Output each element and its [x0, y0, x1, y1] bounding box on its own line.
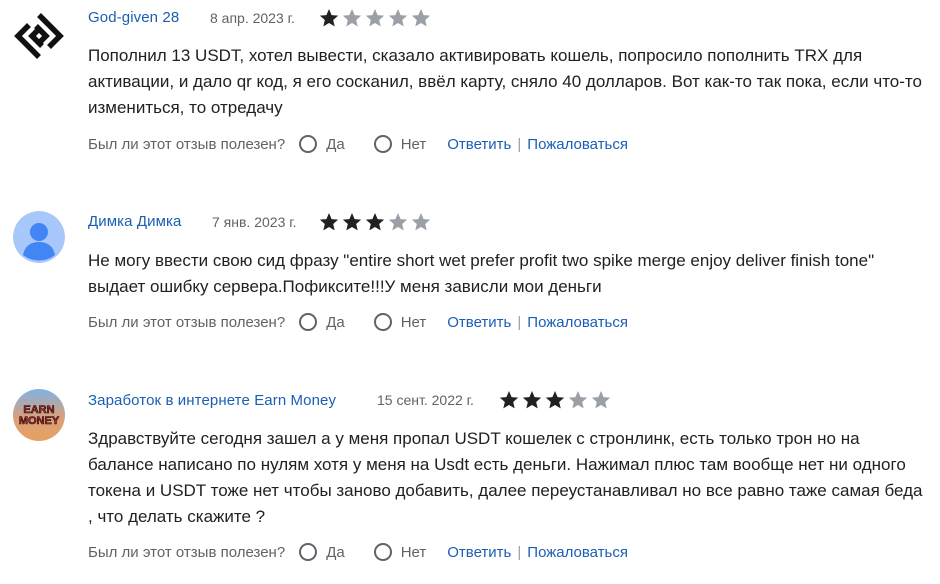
yes-radio[interactable]	[299, 313, 318, 331]
link-separator: |	[517, 313, 522, 331]
star-icon	[364, 7, 386, 29]
star-icon	[341, 211, 363, 233]
report-link[interactable]: Пожаловаться	[527, 314, 628, 331]
avatar[interactable]	[13, 10, 65, 62]
star-icon	[410, 211, 432, 233]
review-text: Пополнил 13 USDT, хотел вывести, сказало…	[88, 46, 922, 117]
review-text: Здравствуйте сегодня зашел а у меня проп…	[88, 429, 923, 526]
star-icon	[521, 389, 543, 411]
star-rating	[318, 7, 432, 29]
review-date: 15 сент. 2022 г.	[377, 392, 474, 408]
diamond-logo-icon	[13, 10, 65, 62]
star-rating	[318, 211, 432, 233]
no-label[interactable]: Нет	[401, 544, 427, 561]
helpful-question: Был ли этот отзыв полезен?	[88, 313, 286, 331]
review-author[interactable]: God-given 28	[88, 9, 179, 26]
yes-label[interactable]: Да	[326, 136, 345, 153]
link-separator: |	[517, 135, 522, 153]
no-radio[interactable]	[373, 135, 392, 153]
star-icon	[410, 7, 432, 29]
star-icon	[387, 7, 409, 29]
star-icon	[544, 389, 566, 411]
review-author[interactable]: Заработок в интернете Earn Money	[88, 392, 336, 409]
review-text: Не могу ввести свою сид фразу "entire sh…	[88, 251, 875, 296]
star-rating	[498, 389, 612, 411]
star-icon	[567, 389, 589, 411]
no-radio[interactable]	[373, 313, 392, 331]
review-date: 8 апр. 2023 г.	[210, 10, 295, 26]
yes-label[interactable]: Да	[326, 314, 345, 331]
star-icon	[341, 7, 363, 29]
star-icon	[387, 211, 409, 233]
review-date: 7 янв. 2023 г.	[212, 214, 297, 230]
yes-radio[interactable]	[299, 135, 318, 153]
reply-link[interactable]: Ответить	[447, 544, 511, 561]
report-link[interactable]: Пожаловаться	[527, 136, 628, 153]
no-label[interactable]: Нет	[401, 314, 427, 331]
helpful-row: Был ли этот отзыв полезен? Да Нет Ответи…	[88, 543, 628, 561]
no-label[interactable]: Нет	[401, 136, 427, 153]
helpful-question: Был ли этот отзыв полезен?	[88, 543, 286, 561]
default-user-icon	[13, 211, 65, 263]
star-icon	[590, 389, 612, 411]
svg-text:MONEY: MONEY	[19, 415, 60, 427]
star-icon	[498, 389, 520, 411]
yes-label[interactable]: Да	[326, 544, 345, 561]
helpful-row: Был ли этот отзыв полезен? Да Нет Ответи…	[88, 135, 628, 153]
helpful-row: Был ли этот отзыв полезен? Да Нет Ответи…	[88, 313, 628, 331]
star-icon	[364, 211, 386, 233]
star-icon	[318, 211, 340, 233]
report-link[interactable]: Пожаловаться	[527, 544, 628, 561]
yes-radio[interactable]	[299, 543, 318, 561]
reply-link[interactable]: Ответить	[447, 136, 511, 153]
link-separator: |	[517, 543, 522, 561]
star-icon	[318, 7, 340, 29]
reply-link[interactable]: Ответить	[447, 314, 511, 331]
earn-money-logo-icon: EARN MONEY	[13, 389, 65, 441]
avatar[interactable]: EARN MONEY	[13, 389, 65, 441]
helpful-question: Был ли этот отзыв полезен?	[88, 135, 286, 153]
avatar[interactable]	[13, 211, 65, 263]
review-author[interactable]: Димка Димка	[88, 213, 181, 230]
no-radio[interactable]	[373, 543, 392, 561]
